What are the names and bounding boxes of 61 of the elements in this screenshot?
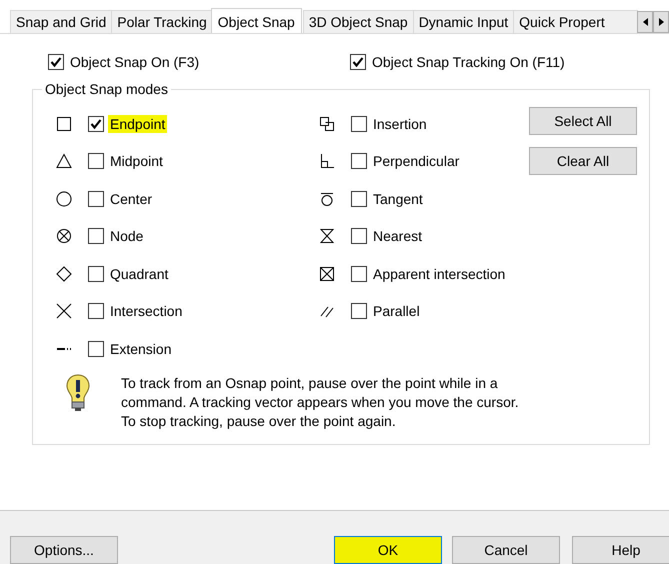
checkbox[interactable] xyxy=(88,266,104,282)
node-icon xyxy=(56,228,72,244)
endpoint-icon xyxy=(56,116,72,132)
dialog-button[interactable]: Help xyxy=(572,536,669,564)
checkbox[interactable] xyxy=(88,340,104,357)
tab[interactable]: 3D Object Snap xyxy=(302,10,414,33)
tab[interactable]: Dynamic Input xyxy=(412,10,514,33)
checkbox[interactable] xyxy=(351,228,367,244)
tab[interactable]: Polar Tracking xyxy=(111,10,213,33)
midpoint-icon xyxy=(56,153,72,170)
checkbox-label: Insertion xyxy=(372,114,428,133)
perpendicular-icon xyxy=(319,153,335,170)
checkbox-label: Node xyxy=(109,227,144,246)
checkbox-label: Center xyxy=(109,190,154,208)
checkbox[interactable] xyxy=(48,54,64,70)
quadrant-icon xyxy=(56,266,72,282)
checkbox-label: Apparent intersection xyxy=(372,264,506,283)
tab[interactable]: Quick Propert xyxy=(513,10,638,33)
extension-icon xyxy=(56,346,72,351)
checkbox-label: Object Snap On (F3) xyxy=(69,53,200,71)
checkbox-label: Nearest xyxy=(372,227,424,246)
dialog-button[interactable]: Cancel xyxy=(452,536,560,564)
scroll-right-button[interactable] xyxy=(653,11,669,33)
checkbox-label: Parallel xyxy=(372,302,421,320)
apparent-icon xyxy=(319,266,335,282)
checkbox[interactable] xyxy=(351,266,367,282)
checkbox[interactable] xyxy=(351,303,367,320)
right-triangle-icon xyxy=(658,18,664,26)
checkbox-label: Extension xyxy=(109,340,172,358)
center-icon xyxy=(56,190,72,207)
checkbox[interactable] xyxy=(350,54,366,70)
checkbox[interactable] xyxy=(88,190,104,207)
checkbox[interactable] xyxy=(88,116,104,132)
checkbox[interactable] xyxy=(351,116,367,132)
tab[interactable]: Snap and Grid xyxy=(10,10,112,33)
tab[interactable]: Object Snap xyxy=(210,8,302,33)
checkbox[interactable] xyxy=(351,190,367,207)
intersection-icon xyxy=(56,303,72,320)
nearest-icon xyxy=(319,228,335,244)
group-title: Object Snap modes xyxy=(44,81,169,97)
left-triangle-icon xyxy=(642,18,648,26)
checkbox[interactable] xyxy=(88,303,104,320)
dialog-button[interactable]: OK xyxy=(334,536,442,564)
checkbox[interactable] xyxy=(351,153,367,170)
dialog-button[interactable]: Options... xyxy=(10,536,118,564)
checkbox-label: Quadrant xyxy=(109,264,170,283)
action-button[interactable]: Select All xyxy=(529,107,637,135)
insertion-icon xyxy=(319,116,335,132)
action-button[interactable]: Clear All xyxy=(529,147,637,175)
checkbox[interactable] xyxy=(88,228,104,244)
checkbox-label: Tangent xyxy=(372,190,424,208)
scroll-left-button[interactable] xyxy=(637,11,653,33)
checkbox-label: Endpoint xyxy=(108,114,168,133)
checkbox[interactable] xyxy=(88,153,104,170)
hint-text: To track from an Osnap point, pause over the point while in a command. A tracking vector appears when you move the cursor. To stop tracking, pause over the point again. xyxy=(121,374,520,430)
checkbox-label: Intersection xyxy=(109,302,184,320)
tangent-icon xyxy=(319,190,335,207)
checkbox-label: Object Snap Tracking On (F11) xyxy=(371,53,566,71)
checkbox-label: Midpoint xyxy=(109,152,164,170)
checkbox-label: Perpendicular xyxy=(372,152,460,170)
lightbulb-icon xyxy=(65,374,91,412)
